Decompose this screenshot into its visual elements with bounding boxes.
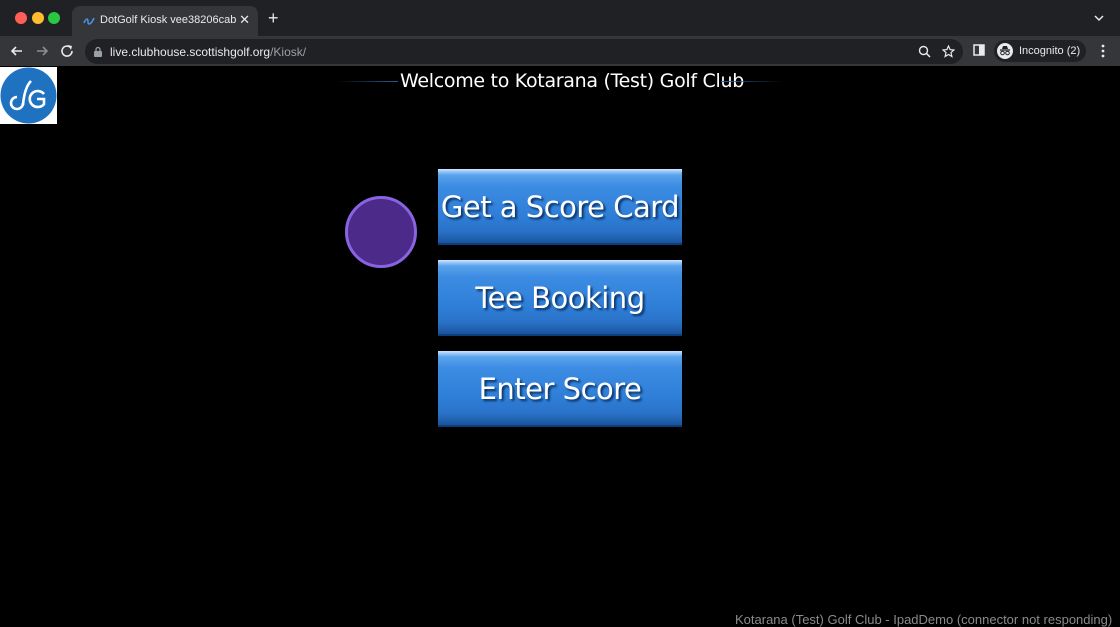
tee-booking-label: Tee Booking (475, 281, 645, 315)
url-text[interactable]: live.clubhouse.scottishgolf.org/Kiosk/ (110, 45, 306, 59)
browser-tab[interactable]: DotGolf Kiosk vee38206cab ✕ (72, 6, 258, 36)
dotgolf-favicon-icon (83, 17, 95, 25)
browser-titlebar: DotGolf Kiosk vee38206cab ✕ + (0, 0, 1120, 36)
minimize-window-button[interactable] (32, 12, 44, 24)
close-window-button[interactable] (15, 12, 27, 24)
dotgolf-logo (0, 67, 57, 124)
enter-score-label: Enter Score (478, 372, 642, 406)
browser-toolbar: live.clubhouse.scottishgolf.org/Kiosk/ I… (0, 36, 1120, 66)
maximize-window-button[interactable] (48, 12, 60, 24)
forward-icon[interactable] (34, 43, 50, 59)
side-panel-icon[interactable] (973, 44, 985, 56)
click-indicator-cursor (345, 196, 417, 268)
address-bar[interactable]: live.clubhouse.scottishgolf.org/Kiosk/ (85, 39, 963, 64)
get-score-card-label: Get a Score Card (440, 190, 680, 224)
tee-booking-button[interactable]: Tee Booking (438, 260, 682, 336)
header-divider-left (336, 81, 398, 82)
tab-title: DotGolf Kiosk vee38206cab (100, 14, 237, 26)
new-tab-button[interactable]: + (268, 9, 279, 27)
get-score-card-button[interactable]: Get a Score Card (438, 169, 682, 245)
zoom-icon[interactable] (918, 45, 931, 58)
star-icon[interactable] (942, 45, 955, 58)
incognito-icon (997, 43, 1013, 59)
reload-icon[interactable] (59, 43, 75, 59)
connector-status-text: Kotarana (Test) Golf Club - IpadDemo (co… (735, 612, 1113, 627)
header-divider-right (721, 81, 783, 82)
lock-icon[interactable] (93, 46, 103, 57)
enter-score-button[interactable]: Enter Score (438, 351, 682, 427)
incognito-label: Incognito (2) (1019, 45, 1081, 57)
back-icon[interactable] (9, 43, 25, 59)
menu-icon[interactable] (1097, 43, 1109, 59)
tab-search-chevron-icon[interactable] (1094, 13, 1104, 23)
page-title: Welcome to Kotarana (Test) Golf Club (400, 70, 744, 92)
incognito-profile-button[interactable]: Incognito (2) (994, 40, 1086, 62)
tab-close-icon[interactable]: ✕ (239, 12, 250, 28)
